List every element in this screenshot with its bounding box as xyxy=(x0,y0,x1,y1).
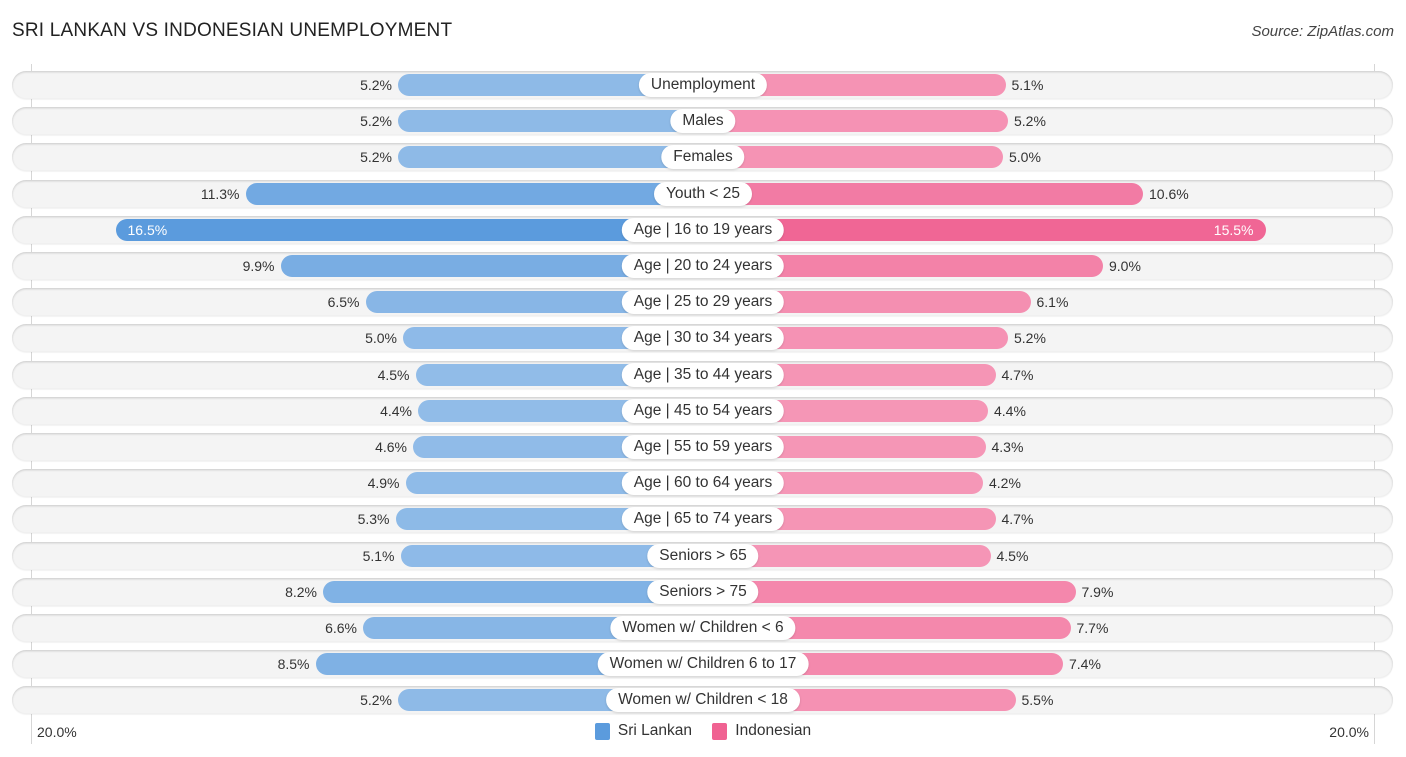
value-label-sri-lankan: 5.2% xyxy=(360,692,392,709)
value-label-sri-lankan: 16.5% xyxy=(127,221,168,238)
category-label: Males xyxy=(670,109,736,134)
chart-row: 4.6% 4.3% Age | 55 to 59 years xyxy=(12,433,1393,461)
category-label: Youth < 25 xyxy=(654,181,752,206)
category-label: Women w/ Children < 18 xyxy=(606,688,800,713)
value-label-indonesian: 5.2% xyxy=(1014,330,1046,347)
category-label: Women w/ Children < 6 xyxy=(610,616,796,640)
chart-row: 5.2% 5.1% Unemployment xyxy=(12,71,1393,99)
chart-row: 6.6% 7.7% Women w/ Children < 6 xyxy=(12,614,1393,642)
bar-indonesian[interactable] xyxy=(703,218,1266,241)
category-label: Age | 30 to 34 years xyxy=(621,326,785,351)
value-label-sri-lankan: 6.5% xyxy=(327,294,360,311)
chart-row: 5.2% 5.5% Women w/ Children < 18 xyxy=(12,686,1393,715)
value-label-indonesian: 4.7% xyxy=(1001,511,1034,528)
value-label-indonesian: 7.4% xyxy=(1069,656,1101,673)
bar-indonesian[interactable] xyxy=(703,110,1008,133)
legend-label-sri-lankan: Sri Lankan xyxy=(617,722,692,739)
legend-item-sri-lankan[interactable]: Sri Lankan xyxy=(594,722,692,740)
value-label-sri-lankan: 6.6% xyxy=(325,620,357,636)
category-label: Age | 55 to 59 years xyxy=(621,435,785,459)
chart-row: 4.5% 4.7% Age | 35 to 44 years xyxy=(12,360,1393,389)
category-label: Age | 65 to 74 years xyxy=(621,507,785,532)
bar-sri-lankan[interactable] xyxy=(398,146,703,169)
bar-sri-lankan[interactable] xyxy=(115,218,703,241)
value-label-sri-lankan: 4.4% xyxy=(380,402,412,419)
chart-row: 5.3% 4.7% Age | 65 to 74 years xyxy=(12,505,1393,534)
chart-row: 5.2% 5.2% Males xyxy=(12,107,1393,136)
chart-row: 16.5% 15.5% Age | 16 to 19 years xyxy=(12,215,1393,244)
bar-sri-lankan[interactable] xyxy=(323,580,703,603)
chart-title: SRI LANKAN VS INDONESIAN UNEMPLOYMENT xyxy=(12,20,453,41)
value-label-sri-lankan: 4.5% xyxy=(377,366,410,383)
category-label: Women w/ Children 6 to 17 xyxy=(597,652,809,677)
legend-label-indonesian: Indonesian xyxy=(735,722,812,739)
chart-row: 11.3% 10.6% Youth < 25 xyxy=(12,179,1393,208)
value-label-indonesian: 15.5% xyxy=(1213,221,1254,238)
category-label: Unemployment xyxy=(638,73,768,97)
value-label-sri-lankan: 8.2% xyxy=(285,583,317,600)
category-label: Age | 25 to 29 years xyxy=(621,290,785,315)
legend: Sri Lankan Indonesian xyxy=(0,722,1406,745)
chart-row: 8.5% 7.4% Women w/ Children 6 to 17 xyxy=(12,650,1393,679)
value-label-indonesian: 6.1% xyxy=(1036,294,1069,311)
chart-row: 8.2% 7.9% Seniors > 75 xyxy=(12,577,1393,606)
value-label-indonesian: 4.4% xyxy=(994,402,1026,419)
category-label: Age | 60 to 64 years xyxy=(621,471,785,496)
value-label-indonesian: 5.0% xyxy=(1009,149,1041,166)
value-label-sri-lankan: 11.3% xyxy=(200,185,240,202)
value-label-sri-lankan: 5.2% xyxy=(360,77,392,93)
chart-row: 6.5% 6.1% Age | 25 to 29 years xyxy=(12,288,1393,317)
category-label: Age | 16 to 19 years xyxy=(621,217,785,242)
chart-row: 9.9% 9.0% Age | 20 to 24 years xyxy=(12,252,1393,280)
value-label-sri-lankan: 5.0% xyxy=(365,330,397,347)
value-label-indonesian: 4.5% xyxy=(996,547,1029,564)
value-label-sri-lankan: 4.6% xyxy=(375,439,407,455)
legend-swatch-indonesian xyxy=(712,722,728,740)
value-label-sri-lankan: 5.2% xyxy=(360,113,392,130)
value-label-sri-lankan: 5.3% xyxy=(357,511,390,528)
value-label-indonesian: 10.6% xyxy=(1149,185,1189,202)
value-label-indonesian: 9.0% xyxy=(1109,258,1141,274)
bar-indonesian[interactable] xyxy=(703,182,1143,205)
value-label-indonesian: 4.2% xyxy=(989,475,1021,492)
legend-item-indonesian[interactable]: Indonesian xyxy=(712,722,811,740)
chart-row: 5.1% 4.5% Seniors > 65 xyxy=(12,541,1393,570)
bar-sri-lankan[interactable] xyxy=(398,110,703,133)
chart-row: 5.2% 5.0% Females xyxy=(12,143,1393,172)
category-label: Age | 35 to 44 years xyxy=(621,362,785,387)
chart-row: 4.9% 4.2% Age | 60 to 64 years xyxy=(12,469,1393,498)
value-label-indonesian: 5.2% xyxy=(1014,113,1046,130)
value-label-indonesian: 4.7% xyxy=(1001,366,1034,383)
chart-row: 4.4% 4.4% Age | 45 to 54 years xyxy=(12,396,1393,425)
value-label-sri-lankan: 5.2% xyxy=(360,149,392,166)
category-label: Age | 45 to 54 years xyxy=(621,398,785,423)
bar-indonesian[interactable] xyxy=(703,146,1003,169)
value-label-sri-lankan: 5.1% xyxy=(362,547,395,564)
category-label: Seniors > 75 xyxy=(647,579,759,604)
category-label: Seniors > 65 xyxy=(647,543,759,568)
chart-row: 5.0% 5.2% Age | 30 to 34 years xyxy=(12,324,1393,353)
value-label-indonesian: 7.9% xyxy=(1081,583,1114,600)
bar-sri-lankan[interactable] xyxy=(245,182,703,205)
bar-indonesian[interactable] xyxy=(703,580,1076,603)
value-label-indonesian: 5.1% xyxy=(1011,77,1044,93)
legend-swatch-sri-lankan xyxy=(594,722,610,740)
value-label-indonesian: 7.7% xyxy=(1076,620,1109,636)
value-label-indonesian: 4.3% xyxy=(991,439,1024,455)
value-label-sri-lankan: 9.9% xyxy=(242,258,275,274)
source-label: Source: ZipAtlas.com xyxy=(1251,23,1394,40)
category-label: Females xyxy=(661,145,745,170)
value-label-sri-lankan: 8.5% xyxy=(277,656,310,673)
value-label-sri-lankan: 4.9% xyxy=(367,475,400,492)
category-label: Age | 20 to 24 years xyxy=(621,254,785,278)
value-label-indonesian: 5.5% xyxy=(1021,692,1054,709)
